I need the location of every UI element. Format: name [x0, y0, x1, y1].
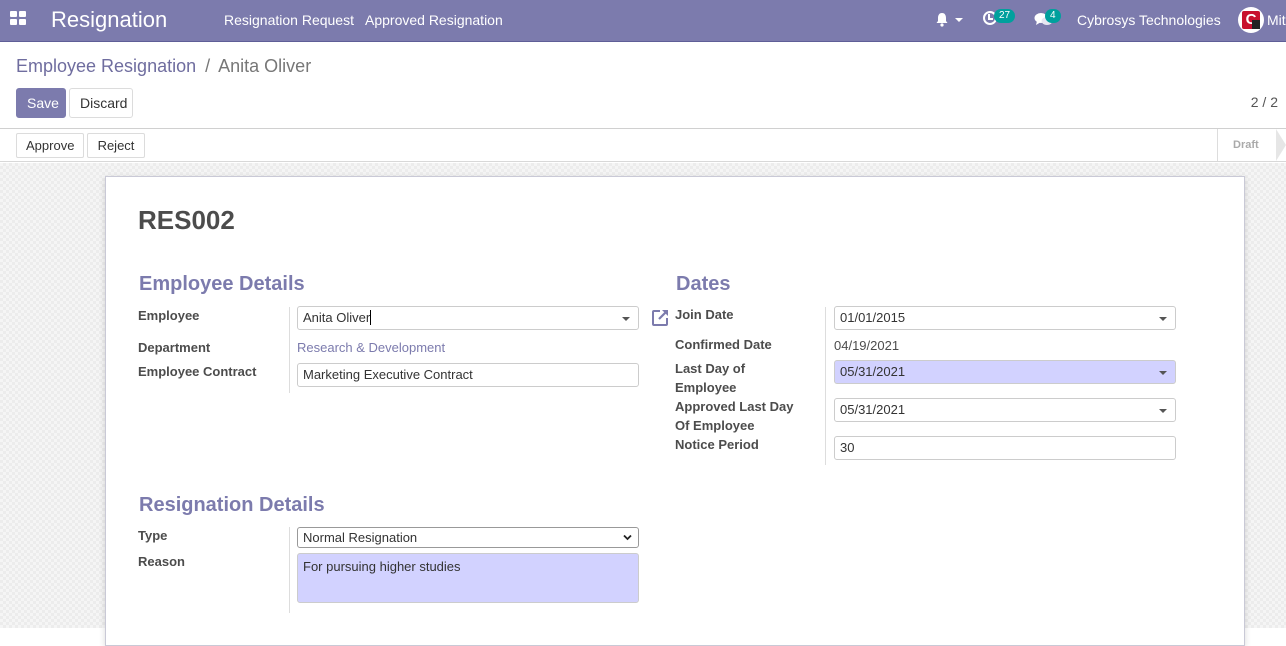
approved-last-day-field[interactable]: 05/31/2021 [834, 398, 1176, 422]
column-divider [289, 527, 290, 613]
department-label: Department [138, 340, 211, 355]
activity-count-badge: 27 [994, 9, 1016, 23]
dropdown-caret-icon[interactable] [1159, 409, 1167, 413]
department-link[interactable]: Research & Development [297, 340, 445, 355]
column-divider [289, 307, 290, 393]
column-divider [825, 307, 826, 465]
pager-value[interactable]: 2 / 2 [1251, 94, 1278, 110]
notice-period-label: Notice Period [675, 437, 759, 452]
reason-label: Reason [138, 554, 185, 569]
employee-contract-value: Marketing Executive Contract [303, 367, 473, 382]
bell-icon[interactable] [935, 12, 949, 27]
last-day-field[interactable]: 05/31/2021 [834, 360, 1176, 384]
approved-last-day-label-line2: Of Employee [675, 418, 755, 433]
last-day-value: 05/31/2021 [840, 364, 906, 379]
dropdown-caret-icon[interactable] [1159, 371, 1167, 375]
user-menu[interactable]: Mitc [1267, 12, 1286, 28]
employee-details-title: Employee Details [139, 273, 305, 295]
type-value: Normal Resignation [303, 530, 418, 545]
breadcrumb-current: Anita Oliver [218, 56, 312, 76]
employee-value: Anita Oliver [303, 310, 371, 325]
form-sheet: RES002 Employee Details Employee Anita O… [105, 176, 1245, 646]
dropdown-caret-icon[interactable] [622, 317, 630, 321]
join-date-field[interactable]: 01/01/2015 [834, 306, 1176, 330]
reason-textarea[interactable]: For pursuing higher studies [297, 553, 639, 603]
confirmed-date-value: 04/19/2021 [834, 338, 900, 353]
approved-last-day-value: 05/31/2021 [840, 402, 906, 417]
notice-period-value: 30 [840, 440, 855, 455]
employee-contract-field[interactable]: Marketing Executive Contract [297, 363, 639, 387]
reason-value: For pursuing higher studies [303, 559, 461, 574]
apps-menu-icon[interactable] [10, 11, 26, 25]
company-switcher[interactable]: Cybrosys Technologies [1077, 12, 1221, 28]
breadcrumb: Employee Resignation / Anita Oliver [16, 56, 311, 77]
approved-last-day-label-line1: Approved Last Day [675, 399, 794, 414]
type-select[interactable]: Normal Resignation [297, 527, 639, 548]
form-statusbar: Approve Reject Draft [0, 129, 1286, 162]
text-cursor [370, 310, 372, 325]
breadcrumb-parent-link[interactable]: Employee Resignation [16, 56, 196, 76]
employee-field[interactable]: Anita Oliver [297, 306, 639, 330]
discard-button[interactable]: Discard [69, 88, 133, 118]
join-date-value: 01/01/2015 [840, 310, 906, 325]
stage-label: Draft [1233, 139, 1259, 151]
breadcrumb-separator: / [205, 56, 211, 76]
record-reference: RES002 [138, 205, 235, 235]
last-day-label-line2: Employee [675, 380, 737, 395]
join-date-label: Join Date [675, 307, 734, 322]
message-count-badge: 4 [1045, 9, 1061, 23]
notice-period-field[interactable]: 30 [834, 436, 1176, 460]
top-navbar: Resignation Resignation Request Approved… [0, 0, 1286, 42]
approve-button[interactable]: Approve [16, 133, 84, 158]
confirmed-date-label: Confirmed Date [675, 337, 772, 352]
menu-approved-resignation[interactable]: Approved Resignation [365, 12, 503, 28]
app-title: Resignation [51, 7, 168, 32]
save-button[interactable]: Save [16, 88, 66, 118]
stage-draft[interactable]: Draft [1217, 129, 1286, 161]
menu-resignation-request[interactable]: Resignation Request [224, 12, 354, 28]
type-label: Type [138, 528, 168, 543]
resignation-details-title: Resignation Details [139, 494, 325, 516]
bell-dropdown-caret-icon[interactable] [955, 18, 963, 22]
dropdown-caret-icon[interactable] [1159, 317, 1167, 321]
chevron-down-icon[interactable] [623, 534, 632, 541]
employee-contract-label: Employee Contract [138, 364, 257, 379]
reject-button[interactable]: Reject [87, 133, 145, 158]
employee-label: Employee [138, 308, 200, 323]
dates-title: Dates [676, 273, 731, 295]
last-day-label-line1: Last Day of [675, 361, 746, 376]
last-day-label: Last Day of Employee [675, 359, 745, 397]
external-link-icon[interactable] [651, 308, 670, 327]
user-avatar[interactable]: C [1238, 7, 1264, 33]
approved-last-day-label: Approved Last Day Of Employee [675, 397, 793, 435]
